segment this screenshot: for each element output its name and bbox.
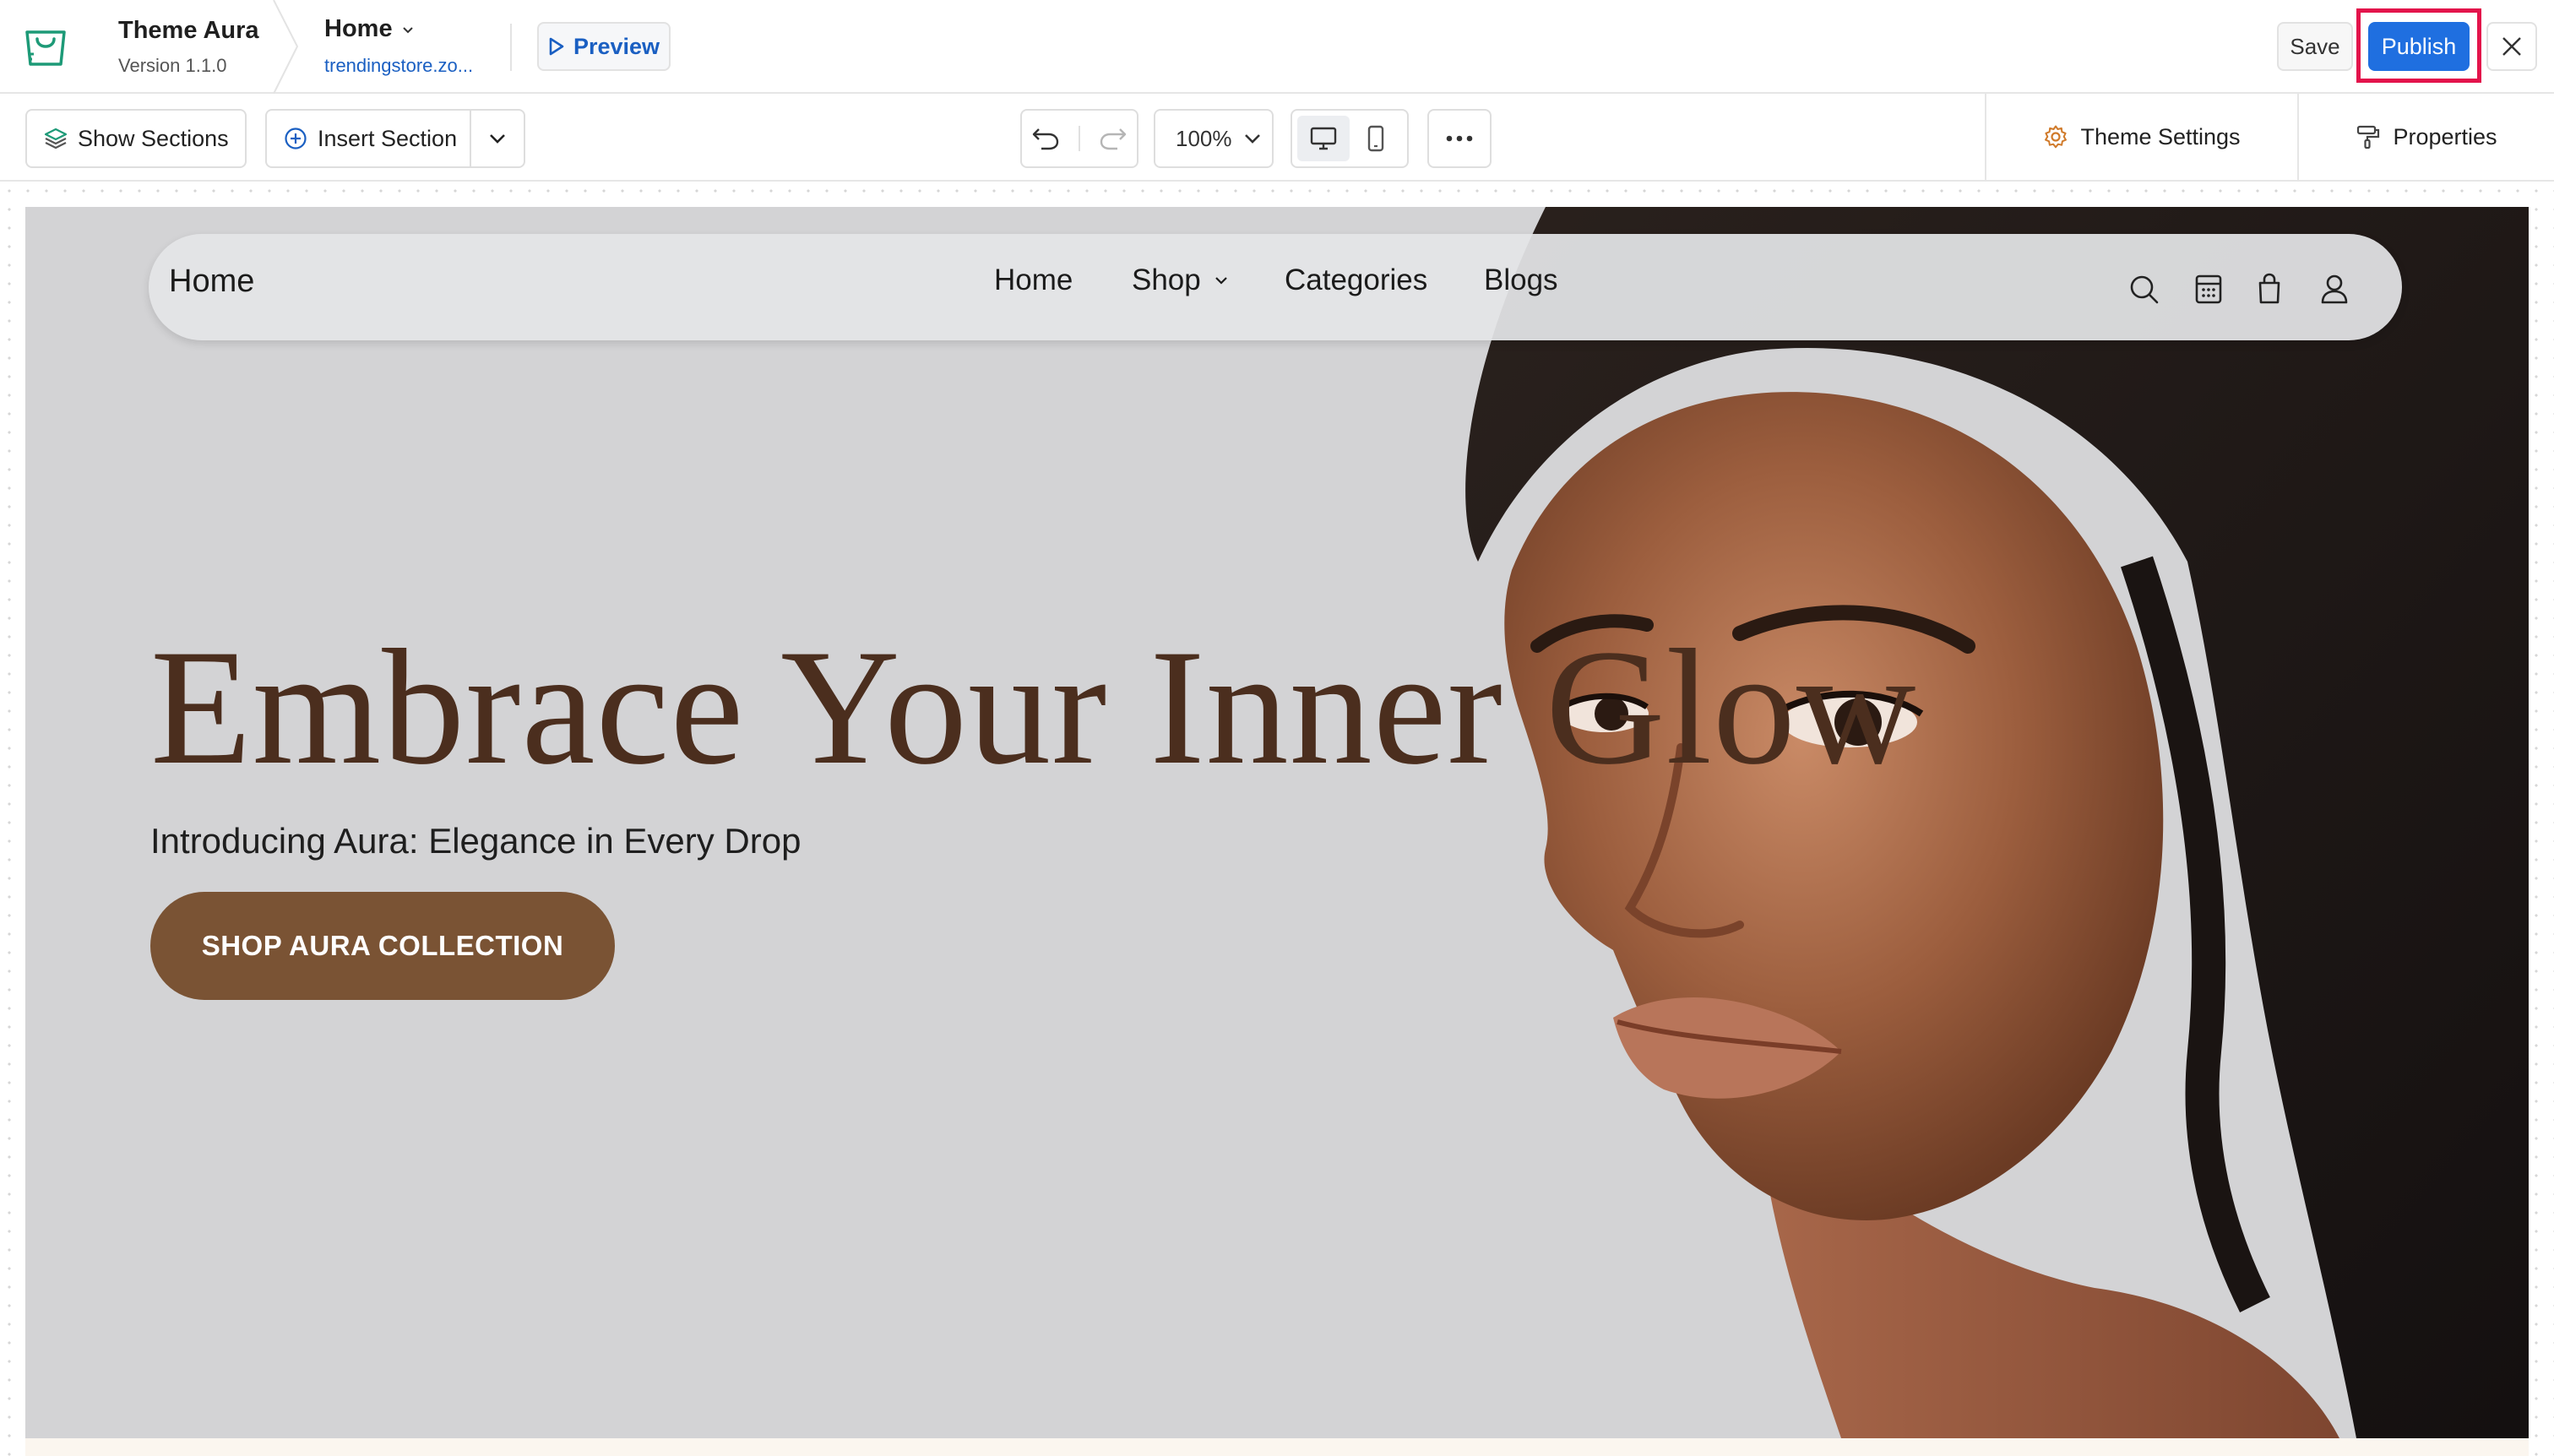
site-nav-home[interactable]: Home <box>994 263 1073 297</box>
next-section-preview <box>25 1438 2529 1456</box>
zoom-value: 100% <box>1176 125 1232 151</box>
shop-collection-button[interactable]: SHOP AURA COLLECTION <box>150 892 615 1000</box>
search-icon[interactable] <box>2127 272 2160 306</box>
mobile-view-button[interactable] <box>1350 116 1402 161</box>
header-divider <box>510 24 512 71</box>
insert-section-button[interactable]: Insert Section <box>265 109 525 168</box>
bag-icon[interactable] <box>2252 272 2286 306</box>
hero-title: Embrace Your Inner Glow <box>150 616 1917 799</box>
page-name[interactable]: Home <box>324 15 415 43</box>
editor-header: Theme Aura Version 1.1.0 Home trendingst… <box>0 0 2554 94</box>
undo-icon[interactable] <box>1031 126 1060 151</box>
site-brand[interactable]: Home <box>169 263 254 300</box>
page-selector[interactable]: Home trendingstore.zo... <box>324 15 473 77</box>
site-nav-blogs[interactable]: Blogs <box>1484 263 1558 297</box>
device-toggle-group <box>1291 109 1409 168</box>
site-nav-categories[interactable]: Categories <box>1285 263 1427 297</box>
close-icon <box>2502 37 2521 56</box>
theme-info: Theme Aura Version 1.1.0 <box>118 17 259 77</box>
user-icon[interactable] <box>2318 272 2351 306</box>
theme-name: Theme Aura <box>118 17 259 44</box>
site-nav-shop-label: Shop <box>1132 263 1201 296</box>
site-navbar <box>149 234 2402 340</box>
show-sections-label: Show Sections <box>78 125 229 151</box>
chevron-down-icon <box>402 26 413 33</box>
more-options-button[interactable] <box>1427 109 1492 168</box>
more-icon <box>1446 135 1473 142</box>
calendar-icon[interactable] <box>2192 272 2225 306</box>
desktop-icon <box>1310 127 1337 150</box>
redo-icon[interactable] <box>1099 126 1128 151</box>
hero-subtitle: Introducing Aura: Elegance in Every Drop <box>150 821 802 861</box>
show-sections-button[interactable]: Show Sections <box>25 109 247 168</box>
layers-icon <box>44 128 68 149</box>
tab-properties[interactable]: Properties <box>2297 94 2554 180</box>
editor-toolbar: Show Sections Insert Section 100% Theme … <box>0 94 2554 182</box>
desktop-view-button[interactable] <box>1297 116 1350 161</box>
properties-label: Properties <box>2393 123 2497 149</box>
insert-section-label: Insert Section <box>318 125 458 151</box>
page-url-link[interactable]: trendingstore.zo... <box>324 55 473 77</box>
page-name-label: Home <box>324 15 393 42</box>
store-bag-icon[interactable] <box>22 24 69 71</box>
site-nav-shop[interactable]: Shop <box>1132 263 1230 297</box>
plus-circle-icon <box>285 128 307 149</box>
chevron-down-icon <box>1244 134 1260 144</box>
chevron-down-icon <box>1215 277 1227 285</box>
theme-settings-label: Theme Settings <box>2080 123 2241 149</box>
tab-theme-settings[interactable]: Theme Settings <box>1985 94 2297 180</box>
publish-button[interactable]: Publish <box>2368 22 2470 71</box>
preview-label: Preview <box>573 33 660 59</box>
chevron-down-icon <box>490 134 505 144</box>
paint-roller-icon <box>2357 125 2380 149</box>
play-icon <box>549 37 564 56</box>
save-button[interactable]: Save <box>2277 22 2353 71</box>
theme-version: Version 1.1.0 <box>118 55 227 76</box>
undo-redo-group <box>1020 109 1138 168</box>
close-editor-button[interactable] <box>2486 22 2537 71</box>
zoom-select[interactable]: 100% <box>1154 109 1274 168</box>
insert-section-dropdown[interactable] <box>470 111 524 166</box>
undo-redo-divider <box>1079 126 1080 151</box>
mobile-icon <box>1367 125 1384 152</box>
preview-button[interactable]: Preview <box>537 22 671 71</box>
gear-icon <box>2045 125 2068 149</box>
breadcrumb-separator <box>273 0 299 94</box>
